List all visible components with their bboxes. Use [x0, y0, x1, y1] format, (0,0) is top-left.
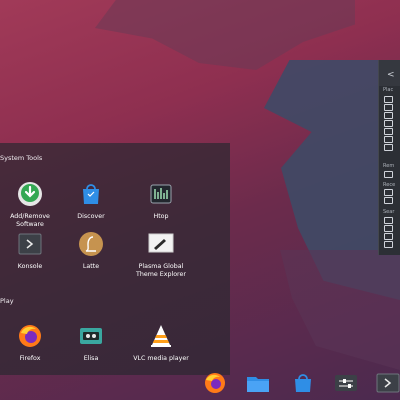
- place-icon[interactable]: [384, 112, 393, 119]
- latte-icon: [78, 231, 104, 257]
- place-icon[interactable]: [384, 136, 393, 143]
- taskbar-folder-icon[interactable]: [245, 372, 271, 394]
- app-label: Discover: [77, 213, 105, 220]
- vlc-icon: [148, 323, 174, 349]
- sidebar-label: Rece: [383, 182, 396, 188]
- recent-icon[interactable]: [384, 189, 393, 196]
- place-icon[interactable]: [384, 144, 393, 151]
- sidebar-label: Sear: [383, 209, 395, 215]
- app-elisa[interactable]: Elisa: [56, 323, 126, 363]
- place-icon[interactable]: [384, 104, 393, 111]
- file-manager-sidebar: < Plac Rem Rece Sear: [378, 60, 400, 255]
- firefox-icon: [17, 323, 43, 349]
- app-vlc[interactable]: VLC media player: [126, 323, 196, 363]
- app-plasma-global-theme-explorer[interactable]: Plasma Global Theme Explorer: [126, 231, 196, 279]
- app-label: Plasma Global Theme Explorer: [136, 263, 186, 278]
- elisa-icon: [78, 323, 104, 349]
- add-remove-software-icon: [17, 181, 43, 207]
- app-discover[interactable]: Discover: [56, 181, 126, 221]
- place-icon[interactable]: [384, 128, 393, 135]
- section-title-system-tools: System Tools: [0, 154, 43, 162]
- sidebar-label: Rem: [383, 163, 395, 169]
- sidebar-label: Plac: [383, 87, 394, 93]
- search-icon[interactable]: [384, 225, 393, 232]
- theme-explorer-icon: [148, 231, 174, 257]
- application-launcher: System Tools Add/Remove Software Discove…: [0, 143, 230, 375]
- remote-icon[interactable]: [384, 171, 393, 178]
- back-icon[interactable]: <: [387, 70, 395, 80]
- taskbar: [195, 368, 400, 400]
- app-htop[interactable]: Htop: [126, 181, 196, 221]
- konsole-icon: [17, 231, 43, 257]
- place-icon[interactable]: [384, 96, 393, 103]
- discover-icon: [78, 181, 104, 207]
- place-icon[interactable]: [384, 120, 393, 127]
- section-title-play: Play: [0, 297, 14, 305]
- app-latte[interactable]: Latte: [56, 231, 126, 271]
- htop-icon: [148, 181, 174, 207]
- wallpaper-shape: [280, 250, 400, 370]
- taskbar-firefox-icon[interactable]: [202, 372, 228, 394]
- app-label: Htop: [153, 213, 169, 220]
- taskbar-terminal-icon[interactable]: [375, 372, 400, 394]
- app-label: VLC media player: [133, 355, 189, 362]
- recent-icon[interactable]: [384, 197, 393, 204]
- app-label: Elisa: [83, 355, 99, 362]
- taskbar-settings-icon[interactable]: [333, 372, 359, 394]
- app-label: Latte: [82, 263, 100, 270]
- taskbar-discover-icon[interactable]: [290, 372, 316, 394]
- search-icon[interactable]: [384, 233, 393, 240]
- wallpaper-shape: [95, 0, 355, 70]
- search-icon[interactable]: [384, 241, 393, 248]
- search-icon[interactable]: [384, 217, 393, 224]
